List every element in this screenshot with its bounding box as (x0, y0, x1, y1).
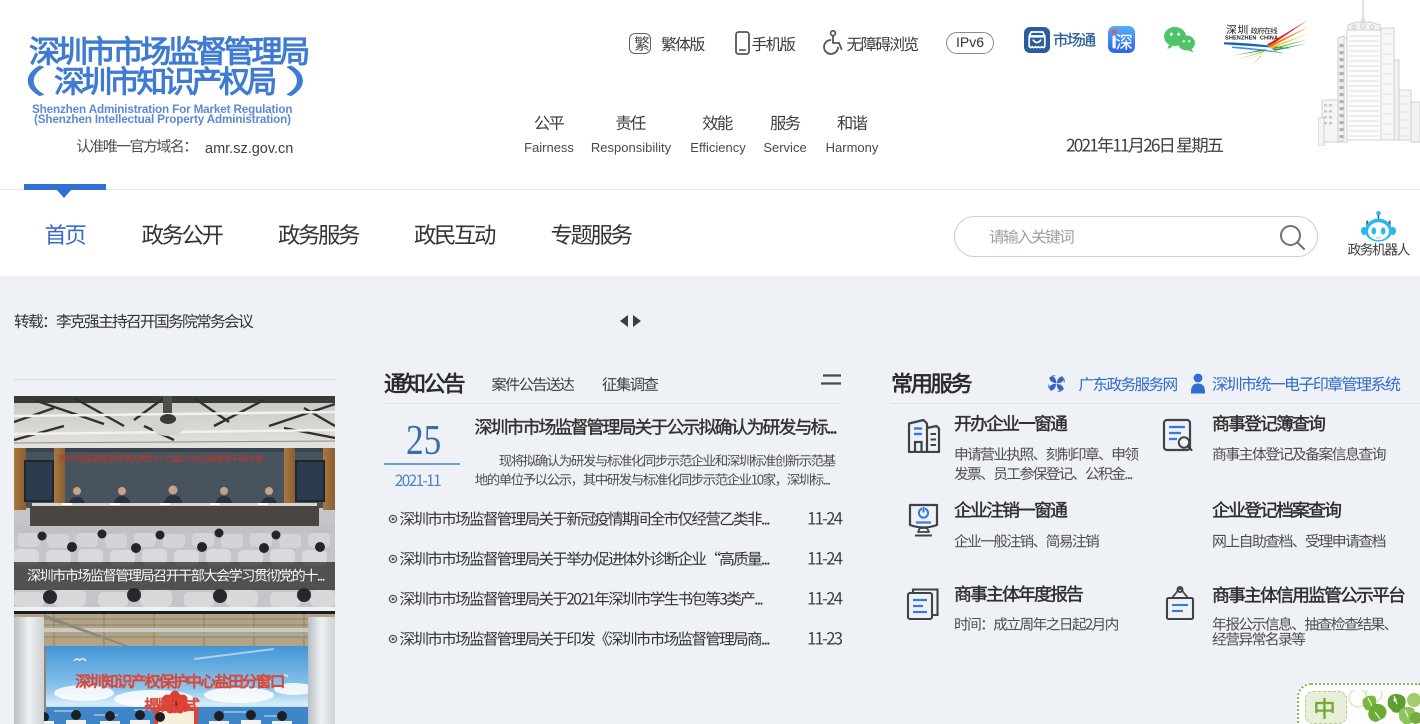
svg-text:SHENZHEN CHINA: SHENZHEN CHINA (1225, 36, 1278, 42)
